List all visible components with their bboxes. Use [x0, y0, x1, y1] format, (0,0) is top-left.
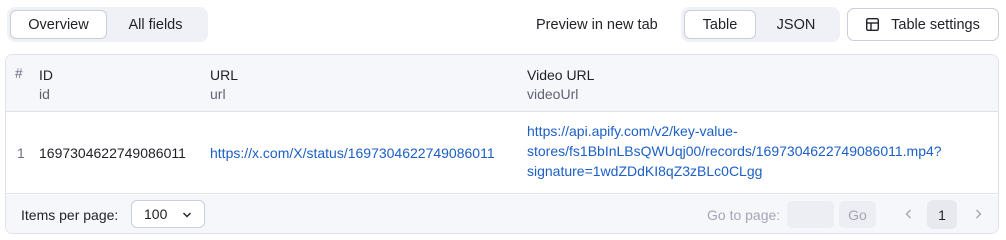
preview-in-new-tab-button[interactable]: Preview in new tab	[522, 7, 672, 42]
table-header: # ID id URL url Video URL videoUrl	[6, 55, 998, 112]
cell-url-link[interactable]: https://x.com/X/status/16973046227490860…	[210, 143, 495, 163]
cell-id: 1697304622749086011	[39, 145, 186, 161]
next-page-button[interactable]	[968, 204, 988, 224]
previous-page-button[interactable]	[899, 204, 919, 224]
table-settings-label: Table settings	[891, 16, 980, 33]
dataset-table: # ID id URL url Video URL videoUrl 1 169…	[5, 54, 999, 234]
table-row: 1 1697304622749086011 https://x.com/X/st…	[6, 112, 998, 194]
table-settings-icon	[866, 18, 880, 31]
go-button[interactable]: Go	[839, 201, 876, 228]
items-per-page-label: Items per page:	[21, 207, 119, 223]
column-key: videoUrl	[527, 86, 579, 102]
row-index: 1	[17, 145, 25, 161]
column-header-video-url[interactable]: Video URL videoUrl	[527, 66, 594, 104]
column-header-url[interactable]: URL url	[210, 66, 238, 104]
page-number-current[interactable]: 1	[927, 200, 957, 229]
tab-all-fields[interactable]: All fields	[107, 10, 204, 39]
video-url-line: signature=1wdZDdKI8qZ3zBLc0CLgg	[527, 163, 763, 179]
view-mode-tabs: Overview All fields	[7, 7, 208, 42]
items-per-page-select[interactable]: 100	[131, 200, 205, 228]
video-url-line: https://api.apify.com/v2/key-value-	[527, 123, 738, 139]
column-title: Video URL	[527, 67, 595, 83]
column-title: URL	[210, 67, 239, 83]
pagination-footer: Items per page: 100 Go to page: Go 1	[6, 195, 998, 233]
items-per-page-value: 100	[144, 206, 168, 222]
chevron-left-icon	[905, 209, 911, 219]
tab-overview[interactable]: Overview	[10, 10, 107, 39]
cell-video-url-link[interactable]: https://api.apify.com/v2/key-value- stor…	[527, 121, 967, 181]
go-to-page-label: Go to page:	[707, 207, 781, 223]
table-settings-button[interactable]: Table settings	[847, 8, 999, 41]
chevron-right-icon	[976, 209, 982, 219]
go-to-page-input[interactable]	[787, 201, 834, 228]
column-key: url	[210, 86, 226, 102]
column-key: id	[39, 86, 50, 102]
column-header-id[interactable]: ID id	[39, 66, 53, 104]
row-index-header: #	[15, 66, 23, 81]
video-url-line: stores/fs1BbInLBsQWUqj00/records/1697304…	[527, 143, 942, 159]
chevron-down-icon	[183, 212, 191, 218]
tab-table[interactable]: Table	[684, 10, 756, 39]
tab-json[interactable]: JSON	[756, 10, 836, 39]
column-title: ID	[39, 67, 53, 83]
format-toggle: Table JSON	[681, 7, 840, 42]
